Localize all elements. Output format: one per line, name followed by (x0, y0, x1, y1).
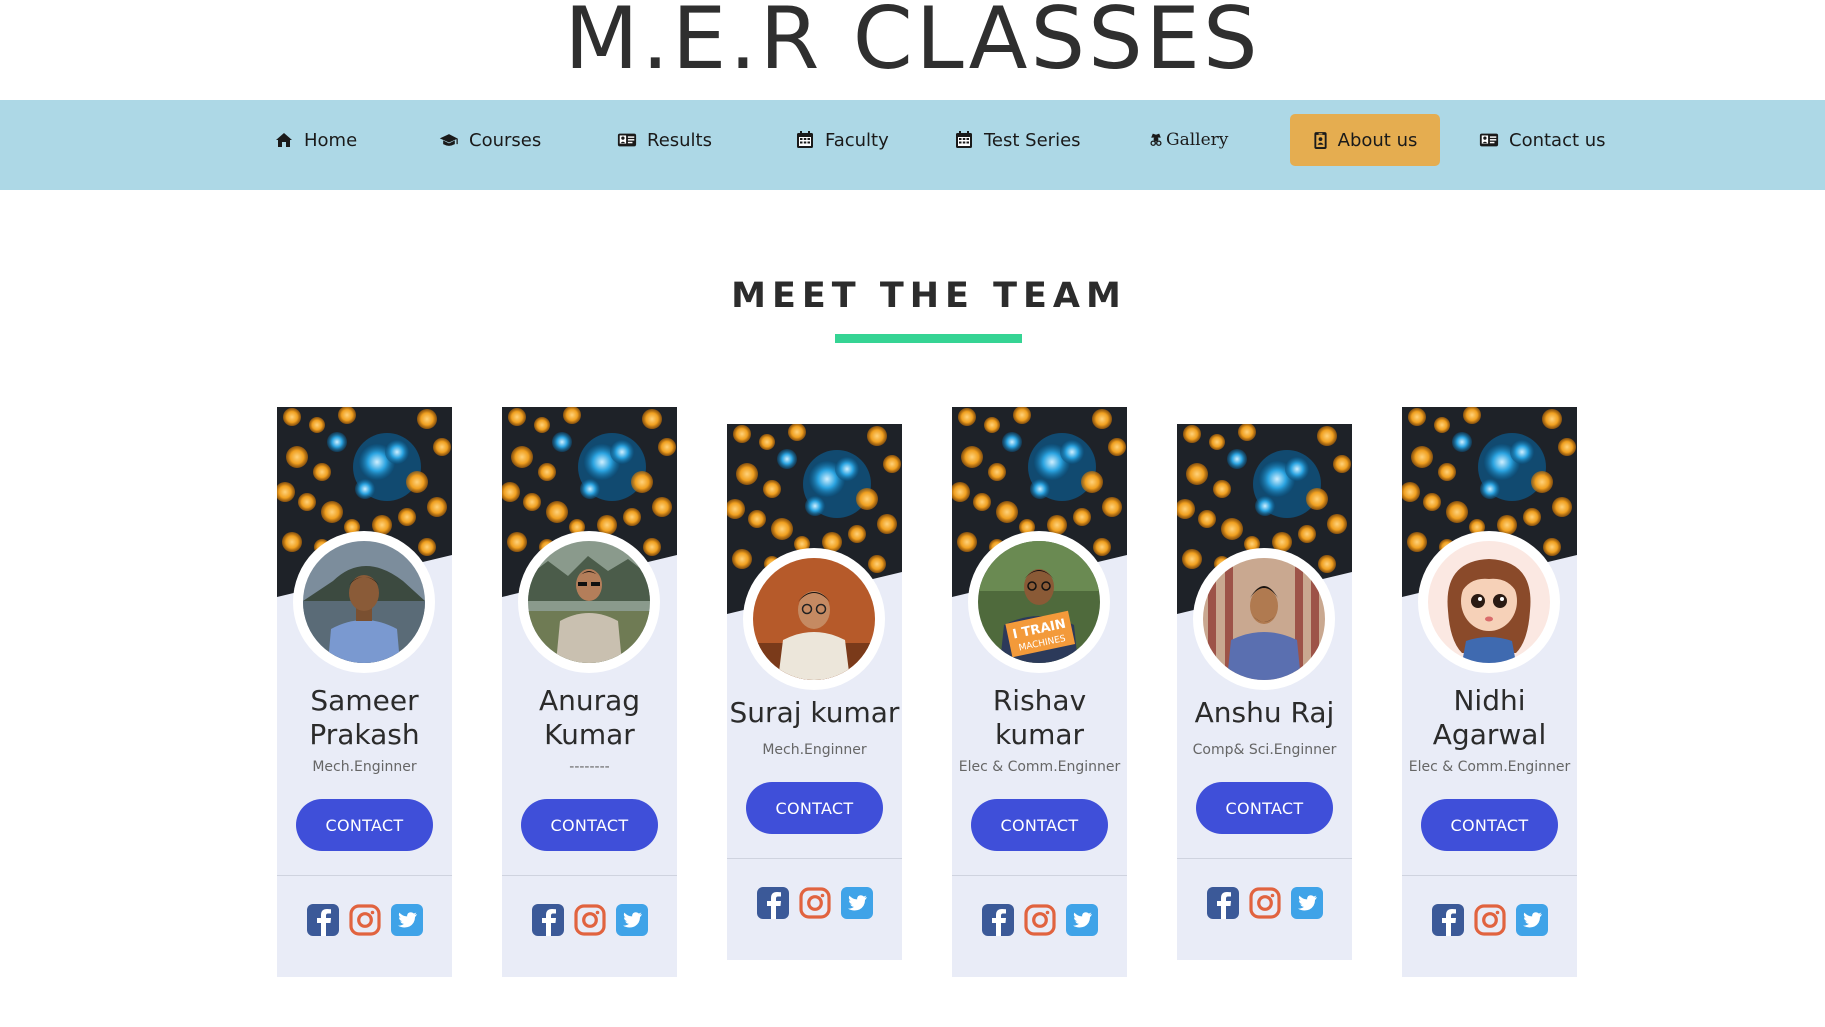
avatar: I TRAIN MACHINES (978, 541, 1100, 663)
nav-home[interactable]: Home (260, 114, 371, 166)
facebook-icon[interactable] (1206, 887, 1239, 919)
nav-courses-label: Courses (469, 129, 542, 151)
nav-results-label: Results (647, 129, 712, 151)
twitter-icon[interactable] (1515, 904, 1548, 936)
navbar: Home Courses Results Faculty Test Series… (0, 100, 1825, 190)
title-underline (835, 334, 1022, 343)
nav-faculty[interactable]: Faculty (781, 114, 903, 166)
member-name: Sameer (310, 684, 419, 717)
team-card: Sameer Prakash Mech.Enginner CONTACT (277, 407, 452, 977)
member-name: Anshu Raj (1194, 696, 1335, 729)
nav-contact-us[interactable]: Contact us (1465, 114, 1620, 166)
member-name: Prakash (309, 718, 420, 751)
social-links (1402, 904, 1577, 936)
instagram-icon[interactable] (1023, 904, 1056, 936)
social-links (952, 904, 1127, 936)
home-icon (276, 133, 292, 147)
site-header: M.E.R CLASSES (0, 0, 1825, 100)
team-card: I TRAIN MACHINES Rishav kumar Elec & Comm… (952, 407, 1127, 977)
member-name: kumar (994, 718, 1085, 751)
twitter-icon[interactable] (1290, 887, 1323, 919)
twitter-icon[interactable] (390, 904, 423, 936)
nav-results[interactable]: Results (603, 114, 726, 166)
avatar (528, 541, 650, 663)
member-name: Kumar (544, 718, 635, 751)
nav-courses[interactable]: Courses (425, 114, 555, 166)
contact-button[interactable]: CONTACT (1421, 799, 1558, 851)
team-card: Suraj kumar Mech.Enginner CONTACT (727, 424, 902, 960)
member-role: Elec & Comm.Enginner (1408, 759, 1571, 775)
facebook-icon[interactable] (756, 887, 789, 919)
team-card: Nidhi Agarwal Elec & Comm.Enginner CONTA… (1402, 407, 1577, 977)
facebook-icon[interactable] (1431, 904, 1464, 936)
member-role: -------- (569, 759, 610, 775)
id-badge-icon (1314, 131, 1327, 149)
member-name: Agarwal (1432, 718, 1547, 751)
contact-button[interactable]: CONTACT (1196, 782, 1333, 834)
contact-button[interactable]: CONTACT (971, 799, 1108, 851)
twitter-icon[interactable] (1065, 904, 1098, 936)
social-links (502, 904, 677, 936)
graduation-cap-icon (439, 134, 458, 146)
user-secret-icon (1150, 133, 1162, 146)
facebook-icon[interactable] (531, 904, 564, 936)
social-links (1177, 887, 1352, 919)
team-card: Anshu Raj Comp& Sci.Enginner CONTACT (1177, 424, 1352, 960)
member-name: Suraj kumar (729, 696, 900, 729)
contact-button[interactable]: CONTACT (521, 799, 658, 851)
nav-gallery[interactable]: Gallery (1134, 114, 1242, 166)
instagram-icon[interactable] (348, 904, 381, 936)
nav-about-us[interactable]: About us (1290, 114, 1440, 166)
site-title: M.E.R CLASSES (564, 0, 1261, 89)
member-role: Mech.Enginner (762, 742, 867, 758)
member-role: Comp& Sci.Enginner (1192, 742, 1337, 758)
avatar (1428, 541, 1550, 663)
facebook-icon[interactable] (981, 904, 1014, 936)
member-name: Nidhi (1453, 684, 1526, 717)
nav-about-us-label: About us (1337, 129, 1418, 151)
nav-test-series-label: Test Series (984, 129, 1081, 151)
nav-test-series[interactable]: Test Series (940, 114, 1095, 166)
contact-button[interactable]: CONTACT (746, 782, 883, 834)
id-card-icon (617, 133, 637, 147)
id-card-icon (1479, 133, 1499, 147)
twitter-icon[interactable] (840, 887, 873, 919)
instagram-icon[interactable] (1473, 904, 1506, 936)
social-links (727, 887, 902, 919)
social-links (277, 904, 452, 936)
nav-gallery-label: Gallery (1166, 130, 1229, 150)
calendar-icon (956, 131, 972, 148)
team-card: Anurag Kumar -------- CONTACT (502, 407, 677, 977)
avatar (1203, 558, 1325, 680)
nav-contact-us-label: Contact us (1509, 129, 1606, 151)
instagram-icon[interactable] (573, 904, 606, 936)
member-name: Rishav (992, 684, 1087, 717)
instagram-icon[interactable] (798, 887, 831, 919)
contact-button[interactable]: CONTACT (296, 799, 433, 851)
calendar-icon (797, 131, 813, 148)
twitter-icon[interactable] (615, 904, 648, 936)
member-name: Anurag (538, 684, 641, 717)
member-role: Elec & Comm.Enginner (958, 759, 1121, 775)
nav-faculty-label: Faculty (825, 129, 889, 151)
instagram-icon[interactable] (1248, 887, 1281, 919)
avatar (753, 558, 875, 680)
member-role: Mech.Enginner (312, 759, 417, 775)
section-title: MEET THE TEAM (731, 276, 1127, 316)
avatar (303, 541, 425, 663)
facebook-icon[interactable] (306, 904, 339, 936)
nav-home-label: Home (304, 129, 358, 151)
